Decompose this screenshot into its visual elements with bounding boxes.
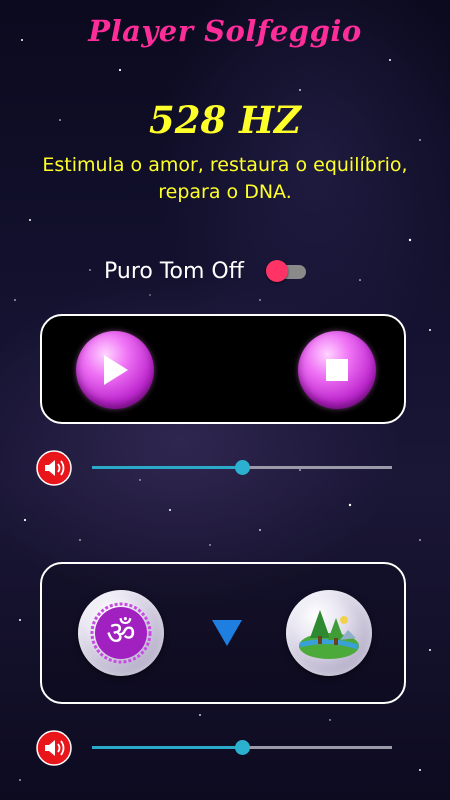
- svg-text:ॐ: ॐ: [106, 614, 135, 652]
- play-button[interactable]: [76, 331, 154, 409]
- player-controls-panel: [40, 314, 406, 424]
- pure-tone-label: Puro Tom Off: [104, 258, 244, 284]
- main-volume-slider[interactable]: [36, 450, 396, 486]
- switch-thumb: [265, 260, 288, 282]
- app-title: Player Solfeggio: [88, 14, 362, 48]
- ambient-volume-slider[interactable]: [36, 730, 396, 766]
- frequency-label: 528 HZ: [148, 98, 302, 142]
- pure-tone-switch[interactable]: [265, 259, 310, 283]
- nature-sound-button[interactable]: [286, 590, 372, 676]
- pure-tone-row: Puro Tom Off: [104, 256, 310, 286]
- ambient-sound-panel: ॐ: [40, 562, 406, 704]
- volume-icon[interactable]: [36, 730, 72, 766]
- nature-landscape-icon: [299, 610, 359, 659]
- arrow-down-icon[interactable]: [212, 620, 242, 646]
- stop-icon: [326, 359, 348, 381]
- frequency-description: Estimula o amor, restaura o equilíbrio, …: [42, 154, 408, 203]
- om-button[interactable]: ॐ: [78, 590, 164, 676]
- volume-icon[interactable]: [36, 450, 72, 486]
- play-icon: [104, 355, 128, 385]
- volume-knob[interactable]: [235, 460, 250, 475]
- stop-button[interactable]: [298, 331, 376, 409]
- volume-fill: [92, 466, 242, 469]
- om-icon: ॐ: [90, 602, 152, 664]
- volume-knob[interactable]: [235, 740, 250, 755]
- volume-fill: [92, 746, 242, 749]
